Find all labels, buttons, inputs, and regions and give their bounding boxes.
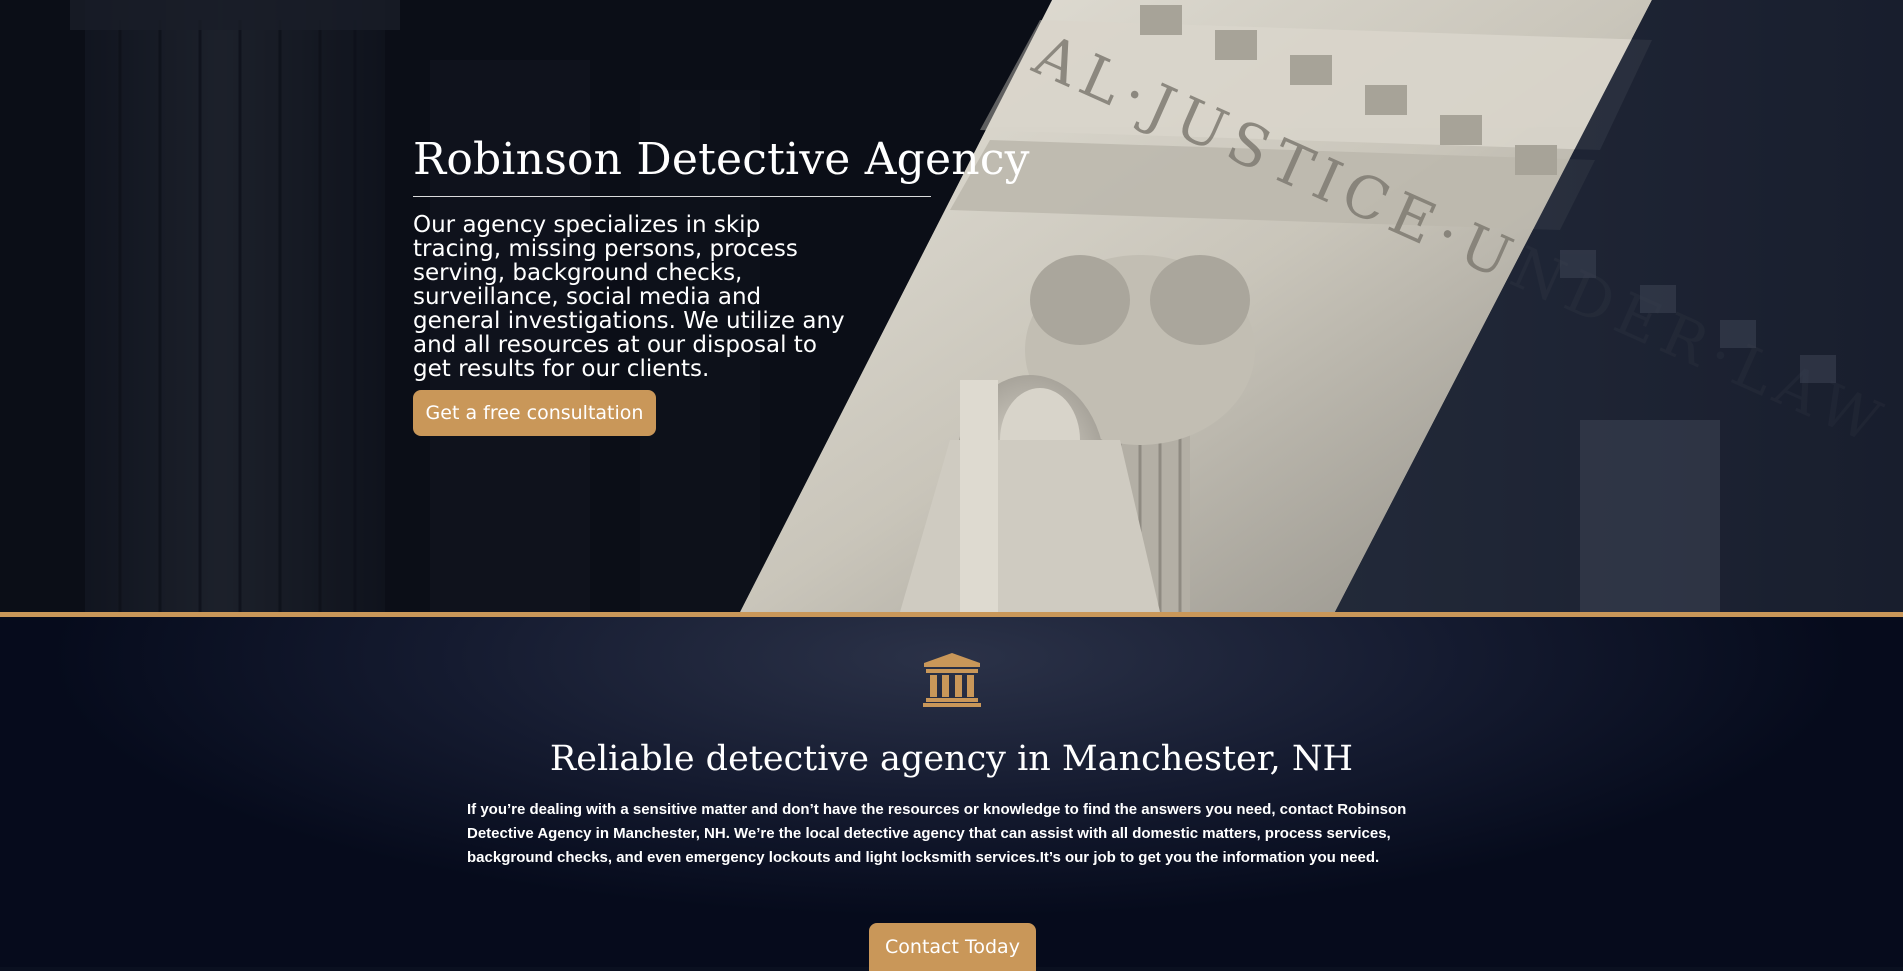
hero-divider: [413, 196, 931, 197]
hero-background-image: AL·JUSTICE·UNDER·LAW: [0, 0, 1903, 612]
section-body: If you’re dealing with a sensitive matte…: [467, 801, 1407, 866]
about-section: Reliable detective agency in Manchester,…: [0, 617, 1903, 971]
courthouse-icon: [923, 653, 981, 707]
section-title: Reliable detective agency in Manchester,…: [549, 739, 1354, 779]
hero-description: Our agency specializes in skip tracing, …: [413, 212, 845, 382]
hero-title: Robinson Detective Agency: [413, 134, 1030, 185]
free-consultation-button[interactable]: Get a free consultation: [413, 390, 656, 436]
hero-section: AL·JUSTICE·UNDER·LAW Robinson Detective …: [0, 0, 1903, 612]
contact-today-button[interactable]: Contact Today: [869, 923, 1036, 971]
hero-content: Robinson Detective Agency Our agency spe…: [413, 130, 1030, 436]
